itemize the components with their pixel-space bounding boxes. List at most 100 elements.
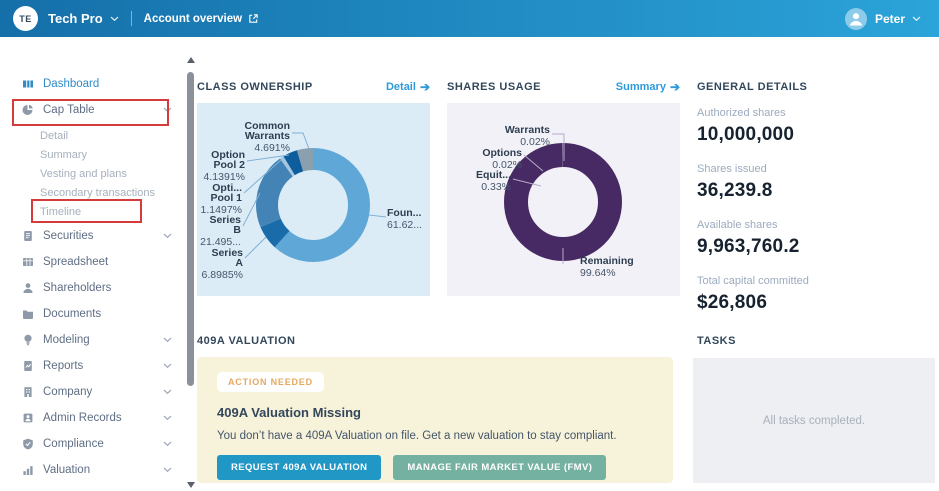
segment-name: Options <box>482 147 522 159</box>
segment-name: Remaining <box>580 255 634 267</box>
chevron-down-icon[interactable] <box>163 337 172 343</box>
chevron-down-icon[interactable] <box>163 441 172 447</box>
sidebar-item-modeling[interactable]: Modeling <box>0 327 183 353</box>
chevron-down-icon[interactable] <box>163 107 172 113</box>
chevron-down-icon[interactable] <box>163 415 172 421</box>
sidebar-item-shareholders[interactable]: Shareholders <box>0 275 183 301</box>
sidebar-item-securities[interactable]: Securities <box>0 223 183 249</box>
shares-usage-header: SHARES USAGE Summary ➔ <box>447 81 680 94</box>
shareholders-icon <box>22 282 34 294</box>
sidebar-item-compliance[interactable]: Compliance <box>0 431 183 457</box>
segment-name: Foun... <box>387 207 422 219</box>
sidebar-item-label: Detail <box>40 129 69 142</box>
shares-usage-title: SHARES USAGE <box>447 81 542 93</box>
chevron-down-icon[interactable] <box>163 233 172 239</box>
chart-label-foun: Foun... 61.62... <box>387 207 423 231</box>
segment-value: 4.1391% <box>203 171 245 183</box>
sidebar-item-reports[interactable]: Reports <box>0 353 183 379</box>
valuation-missing-description: You don’t have a 409A Valuation on file.… <box>217 430 617 442</box>
stat-value: 9,963,760.2 <box>697 236 800 257</box>
chart-label-options: Options 0.02% <box>482 147 522 171</box>
sidebar-item-label: Securities <box>43 230 94 242</box>
segment-value: 0.33% <box>481 181 511 193</box>
admin-records-icon <box>22 412 34 424</box>
org-chevron-down-icon[interactable] <box>110 16 119 22</box>
stat-authorized-shares: Authorized shares 10,000,000 <box>697 107 935 146</box>
account-overview-link[interactable]: Account overview <box>144 13 259 25</box>
user-avatar-icon[interactable] <box>844 7 867 30</box>
class-ownership-detail-link[interactable]: Detail ➔ <box>385 79 430 94</box>
header-divider <box>130 11 132 26</box>
sidebar-item-spreadsheet[interactable]: Spreadsheet <box>0 249 183 275</box>
sidebar-item-timeline[interactable]: Timeline <box>0 202 183 221</box>
scroll-up-arrow-icon[interactable] <box>187 57 195 63</box>
sidebar-item-label: Timeline <box>40 205 82 218</box>
sidebar-item-label: Documents <box>43 308 102 320</box>
scrollbar-thumb[interactable] <box>187 72 194 386</box>
sidebar-item-secondary-transactions[interactable]: Secondary transactions <box>0 183 183 202</box>
user-name[interactable]: Peter <box>875 12 905 26</box>
sidebar-item-vesting-and-plans[interactable]: Vesting and plans <box>0 164 183 183</box>
tasks-card: All tasks completed. <box>693 358 935 483</box>
general-details-stats: Authorized shares 10,000,000 Shares issued… <box>697 107 935 331</box>
chevron-down-icon[interactable] <box>163 467 172 473</box>
segment-value: 21.495... <box>200 236 241 248</box>
sidebar-item-summary[interactable]: Summary <box>0 145 183 164</box>
account-overview-label: Account overview <box>143 12 243 25</box>
shares-usage-donut <box>504 133 622 264</box>
sidebar-item-label: Summary <box>40 148 88 161</box>
tasks-header: TASKS <box>697 335 935 347</box>
spreadsheet-icon <box>22 256 34 268</box>
sidebar-nav: Dashboard Cap Table Detail Summary Vesting a… <box>0 37 183 491</box>
user-chevron-down-icon[interactable] <box>912 16 921 22</box>
stat-label: Shares issued <box>697 163 767 175</box>
detail-link-label: Detail <box>385 81 416 93</box>
sidebar-item-label: Cap Table <box>43 104 95 116</box>
stat-label: Available shares <box>697 219 778 231</box>
chart-label-series-b: Series B 21.495... <box>200 215 241 248</box>
sidebar-item-label: Spreadsheet <box>43 256 109 268</box>
main-content: CLASS OWNERSHIP Detail ➔ SHARES USAGE Su… <box>197 37 939 491</box>
cap-table-icon <box>22 104 34 116</box>
request-409a-valuation-button[interactable]: REQUEST 409A VALUATION <box>217 455 382 480</box>
manage-fmv-button[interactable]: MANAGE FAIR MARKET VALUE (FMV) <box>393 455 607 480</box>
sidebar-item-cap-table[interactable]: Cap Table <box>0 97 183 123</box>
external-link-icon <box>248 13 259 24</box>
sidebar-item-dashboard[interactable]: Dashboard <box>0 71 183 97</box>
org-avatar[interactable]: TE <box>13 6 38 31</box>
chevron-down-icon[interactable] <box>163 389 172 395</box>
stat-total-capital-committed: Total capital committed $26,806 <box>697 275 935 314</box>
org-initials: TE <box>19 13 32 24</box>
action-needed-badge: ACTION NEEDED <box>217 372 324 392</box>
shares-usage-summary-link[interactable]: Summary ➔ <box>615 81 680 94</box>
chart-label-remaining: Remaining 99.64% <box>580 255 634 279</box>
stat-value: 36,239.8 <box>697 180 773 201</box>
class-ownership-header: CLASS OWNERSHIP Detail ➔ <box>197 79 430 94</box>
general-details-title: GENERAL DETAILS <box>697 81 808 93</box>
chart-label-series-a: Series A 6.8985% <box>202 248 243 281</box>
segment-value: 1.1497% <box>200 204 242 216</box>
summary-link-label: Summary <box>615 81 666 93</box>
segment-name: B <box>233 224 241 236</box>
sidebar-item-company[interactable]: Company <box>0 379 183 405</box>
org-name[interactable]: Tech Pro <box>48 11 103 26</box>
sidebar-item-detail[interactable]: Detail <box>0 126 183 145</box>
chevron-down-icon[interactable] <box>163 363 172 369</box>
reports-icon <box>22 360 34 372</box>
segment-value: 61.62... <box>387 219 423 231</box>
sidebar-item-documents[interactable]: Documents <box>0 301 183 327</box>
segment-value: 0.02% <box>520 136 550 148</box>
chart-label-warrants: Warrants 0.02% <box>505 125 550 148</box>
stat-available-shares: Available shares 9,963,760.2 <box>697 219 935 258</box>
sidebar-item-valuation[interactable]: Valuation <box>0 457 183 483</box>
segment-value: 0.02% <box>492 159 522 171</box>
stat-shares-issued: Shares issued 36,239.8 <box>697 163 935 202</box>
sidebar-item-admin-records[interactable]: Admin Records <box>0 405 183 431</box>
general-details-header: GENERAL DETAILS <box>697 81 935 93</box>
valuation-409a-card: ACTION NEEDED 409A Valuation Missing You… <box>197 357 673 483</box>
segment-name: Warrants <box>244 130 290 142</box>
arrow-right-icon: ➔ <box>419 79 430 94</box>
scroll-down-arrow-icon[interactable] <box>187 482 195 488</box>
top-header: TE Tech Pro Account overview Peter <box>0 0 939 37</box>
documents-icon <box>22 308 34 320</box>
